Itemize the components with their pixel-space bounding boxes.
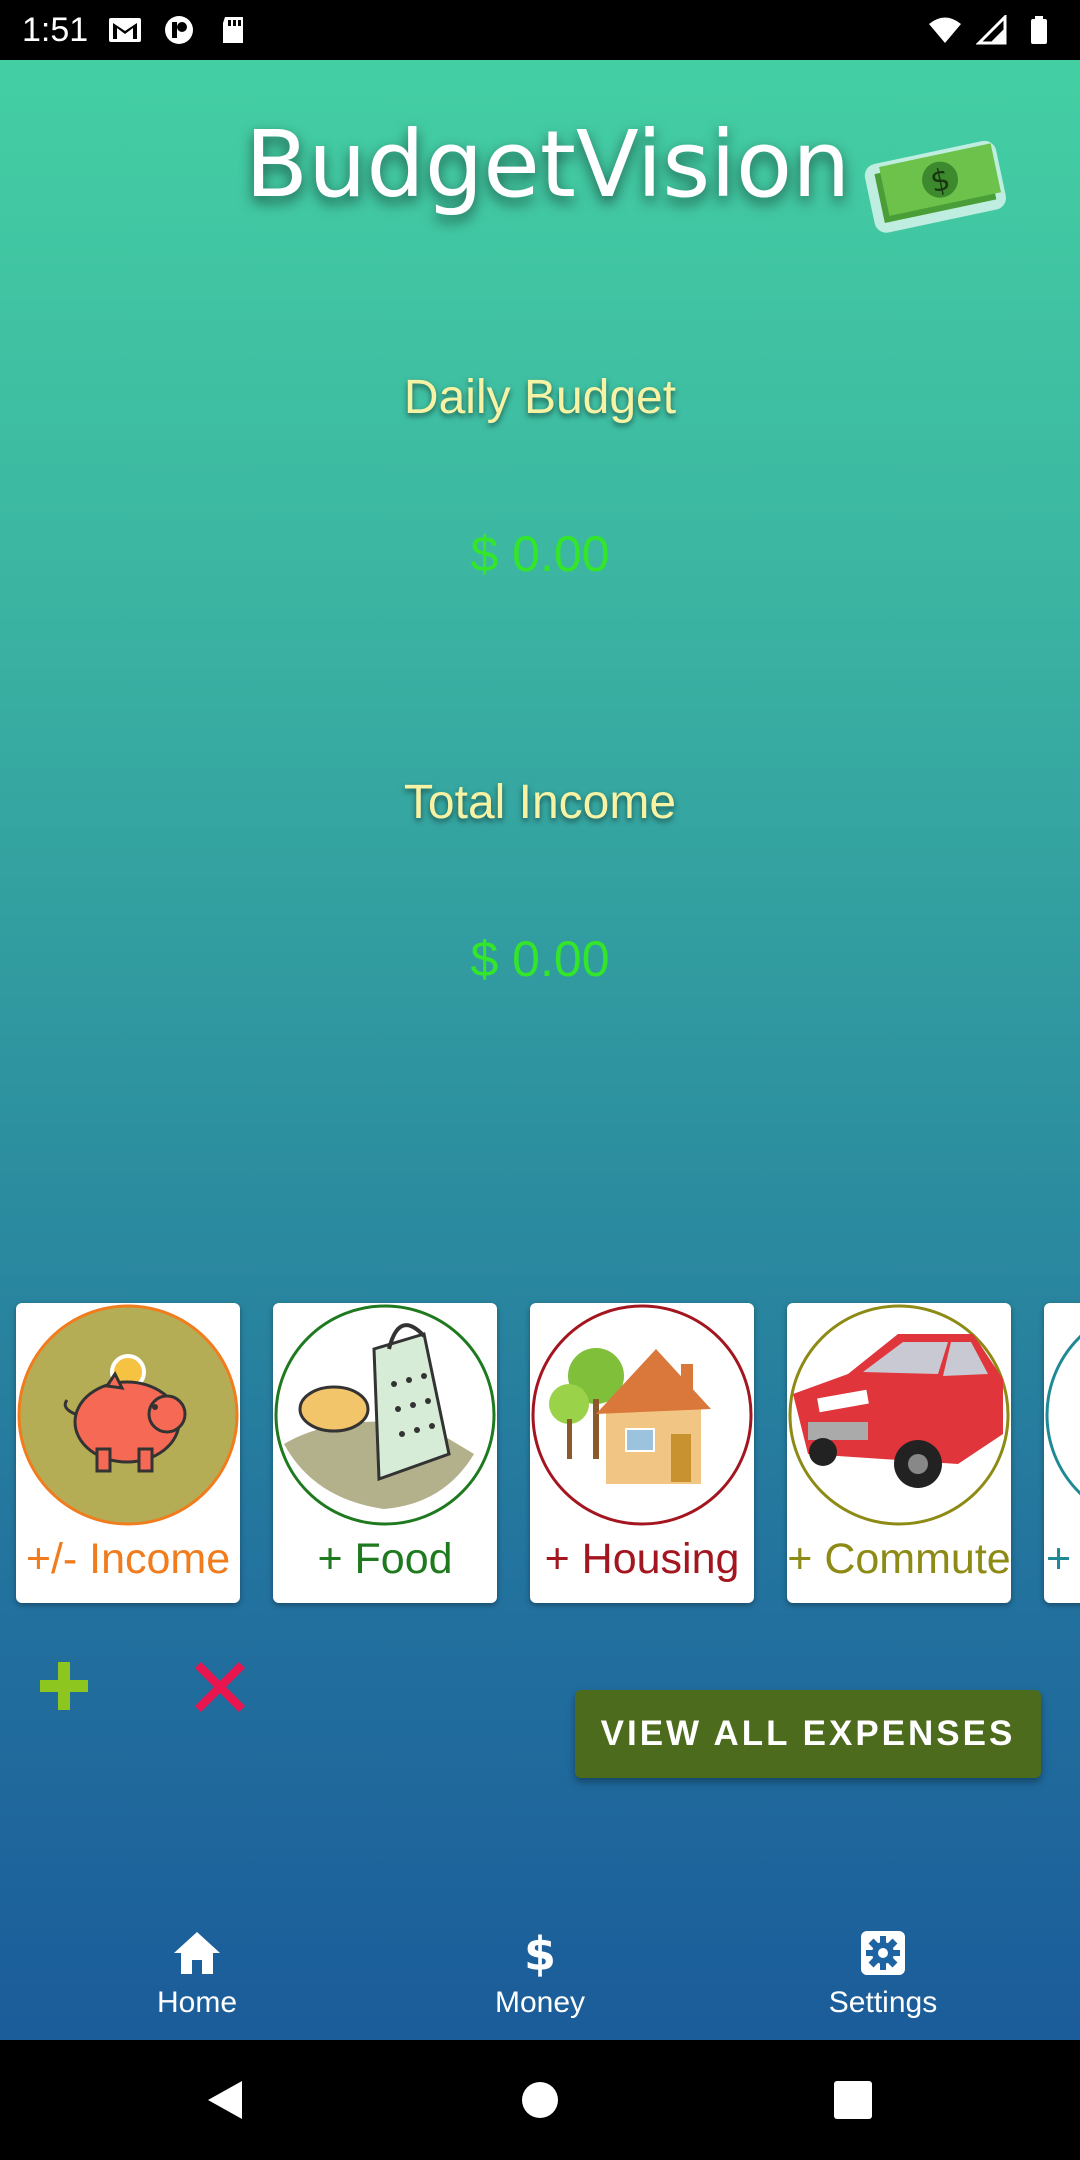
category-card-partial[interactable]: + xyxy=(1044,1303,1080,1603)
app-header: BudgetVision $ xyxy=(0,100,1080,233)
cell-signal-icon xyxy=(976,15,1007,45)
category-card-commute[interactable]: + Commute xyxy=(787,1303,1011,1603)
recents-icon[interactable] xyxy=(828,2075,878,2125)
category-card-food[interactable]: + Food xyxy=(273,1303,497,1603)
category-label: +/- Income xyxy=(25,1535,231,1583)
grater-icon xyxy=(274,1304,496,1526)
bottom-nav: Home $ Money Settings xyxy=(0,1890,1080,2040)
daily-budget-value: $ 0.00 xyxy=(470,526,610,582)
svg-text:$: $ xyxy=(524,1928,556,1978)
daily-budget-label: Daily Budget xyxy=(403,371,677,424)
category-card-income[interactable]: +/- Income xyxy=(16,1303,240,1603)
car-icon xyxy=(788,1304,1010,1526)
piggy-bank-icon xyxy=(17,1304,239,1526)
category-label: + Food xyxy=(317,1535,453,1583)
dollar-icon: $ xyxy=(524,1928,556,1978)
house-icon xyxy=(531,1304,753,1526)
category-label: + xyxy=(1046,1535,1072,1583)
nav-label: Settings xyxy=(828,1986,938,2019)
wifi-icon xyxy=(929,17,961,43)
plus-icon[interactable] xyxy=(38,1660,90,1712)
info-icon xyxy=(165,16,194,44)
gear-icon xyxy=(861,1931,905,1975)
category-label: + Housing xyxy=(544,1535,740,1583)
sd-card-icon xyxy=(223,17,244,43)
nav-item-home[interactable]: Home xyxy=(87,1890,307,2040)
status-time: 1:51 xyxy=(22,10,89,49)
total-income-value: $ 0.00 xyxy=(470,931,610,987)
back-icon[interactable] xyxy=(200,2075,250,2125)
nav-label: Money xyxy=(494,1986,586,2019)
gmail-icon xyxy=(109,18,142,42)
home-icon xyxy=(174,1932,220,1974)
category-label: + Commute xyxy=(787,1535,1011,1583)
category-card-housing[interactable]: + Housing xyxy=(530,1303,754,1603)
app-screen: BudgetVision $ Daily Budget $ 0.00 Total… xyxy=(0,60,1080,2040)
view-all-expenses-button[interactable]: VIEW ALL EXPENSES xyxy=(575,1690,1041,1778)
app-title: BudgetVision xyxy=(245,111,851,218)
nav-label: Home xyxy=(156,1986,238,2019)
nav-item-settings[interactable]: Settings xyxy=(773,1890,993,2040)
battery-icon xyxy=(1031,16,1047,44)
home-circle-icon[interactable] xyxy=(515,2075,565,2125)
status-bar: 1:51 xyxy=(0,0,1080,60)
money-bill-icon: $ xyxy=(864,140,1006,233)
category-carousel[interactable]: +/- Income + Food + Housing + Commute + xyxy=(0,1303,1080,1605)
total-income-label: Total Income xyxy=(403,776,677,829)
close-icon[interactable] xyxy=(193,1660,247,1714)
system-nav-bar xyxy=(0,2040,1080,2160)
partial-icon xyxy=(1045,1304,1080,1526)
nav-item-money[interactable]: $ Money xyxy=(430,1890,650,2040)
